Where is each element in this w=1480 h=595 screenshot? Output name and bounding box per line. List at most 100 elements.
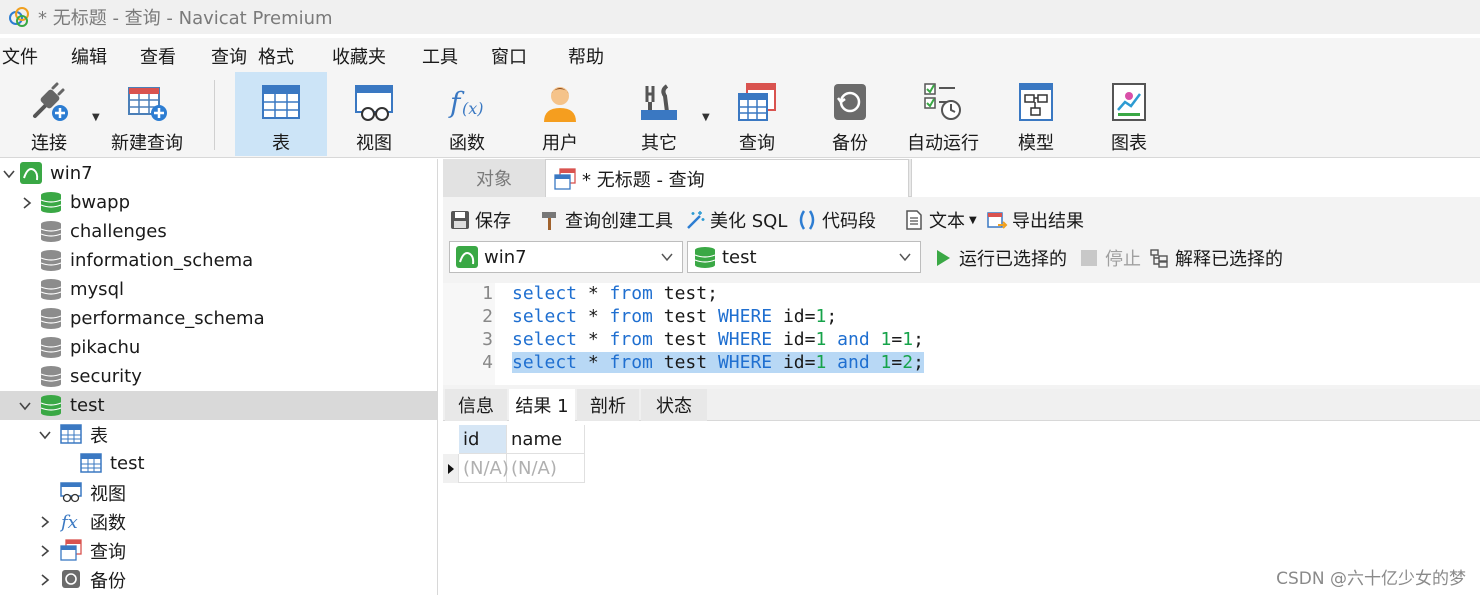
tree-db-information-schema[interactable]: information_schema (0, 246, 437, 275)
sql-code: select * from test WHERE id=1 and 1=2; (512, 352, 924, 373)
cell-value: (N/A) (463, 457, 509, 479)
tab-query[interactable]: * 无标题 - 查询 (545, 159, 909, 197)
beautify-sql-button[interactable]: 美化 SQL (684, 207, 787, 233)
chevron-down-icon[interactable] (38, 428, 52, 442)
table-icon (262, 85, 300, 119)
menu-help[interactable]: 帮助 (568, 43, 604, 69)
chevron-right-icon[interactable] (20, 196, 34, 210)
sql-line[interactable]: 1 select * from test; (443, 283, 1480, 306)
table-cell[interactable]: (N/A) (507, 454, 585, 483)
tools-icon (641, 84, 677, 120)
document-tabs: 对象 * 无标题 - 查询 (443, 159, 1480, 197)
chevron-down-icon[interactable] (18, 399, 32, 413)
view-button[interactable]: 视图 (328, 72, 420, 156)
title-bar: * 无标题 - 查询 - Navicat Premium (0, 0, 1480, 34)
tree-db-test[interactable]: test (0, 391, 437, 420)
chart-button[interactable]: 图表 (1083, 72, 1175, 156)
tree-db-performance-schema[interactable]: performance_schema (0, 304, 437, 333)
sql-line[interactable]: 4 select * from test WHERE id=1 and 1=2; (443, 352, 1480, 375)
automation-button[interactable]: 自动运行 (897, 72, 989, 156)
sql-keyword: from (609, 306, 653, 327)
chevron-down-icon[interactable] (2, 167, 16, 181)
menu-tools[interactable]: 工具 (422, 43, 458, 69)
sql-text: ; (826, 306, 838, 327)
database-open-icon (40, 395, 62, 416)
code-snippet-button[interactable]: 代码段 (796, 207, 876, 233)
tab-profile[interactable]: 剖析 (577, 389, 639, 421)
tree-group-backups[interactable]: 备份 (0, 565, 437, 594)
query-panel: 对象 * 无标题 - 查询 保存 查询创建工具 美化 SQL 代码段 文本 ▼ (443, 159, 1480, 595)
tree-connection-win7[interactable]: win7 (0, 159, 437, 188)
tab-status-label: 状态 (656, 396, 692, 417)
tree-group-views[interactable]: 视图 (0, 478, 437, 507)
tab-objects[interactable]: 对象 (443, 159, 545, 197)
tree-db-challenges[interactable]: challenges (0, 217, 437, 246)
sql-text: test (652, 329, 718, 350)
menu-query[interactable]: 查询 (211, 43, 247, 69)
query-builder-button[interactable]: 查询创建工具 (539, 207, 673, 233)
menu-view[interactable]: 查看 (140, 43, 176, 69)
model-button[interactable]: 模型 (990, 72, 1082, 156)
database-select[interactable]: test (687, 241, 921, 273)
tree-db-bwapp[interactable]: bwapp (0, 188, 437, 217)
chevron-right-icon[interactable] (38, 544, 52, 558)
tab-info[interactable]: 信息 (445, 389, 507, 421)
menu-format[interactable]: 格式 (258, 43, 294, 69)
other-dropdown-caret-icon[interactable]: ▼ (702, 112, 710, 123)
tree-group-functions[interactable]: fx 函数 (0, 507, 437, 536)
text-dropdown-caret-icon[interactable]: ▼ (969, 215, 977, 226)
save-icon (451, 211, 469, 229)
new-query-button[interactable]: 新建查询 (101, 72, 193, 156)
svg-text:(x): (x) (462, 99, 484, 118)
function-button[interactable]: f (x) 函数 (421, 72, 513, 156)
selector-row: win7 test 运行已选择的 停止 解释已选择的 (443, 239, 1480, 279)
tree-group-queries[interactable]: 查询 (0, 536, 437, 565)
tree-db-label: mysql (70, 279, 124, 300)
sql-line[interactable]: 3 select * from test WHERE id=1 and 1=1; (443, 329, 1480, 352)
save-button[interactable]: 保存 (449, 207, 511, 233)
menu-favorites[interactable]: 收藏夹 (332, 43, 386, 69)
tree-views-label: 视图 (90, 483, 126, 505)
other-button[interactable]: 其它 (613, 72, 705, 156)
function-label: 函数 (449, 133, 485, 154)
tree-db-pikachu[interactable]: pikachu (0, 333, 437, 362)
column-header-name[interactable]: name (507, 425, 585, 454)
chevron-right-icon[interactable] (38, 515, 52, 529)
menu-edit[interactable]: 编辑 (71, 43, 107, 69)
tree-db-mysql[interactable]: mysql (0, 275, 437, 304)
connect-button[interactable]: 连接 (3, 72, 95, 156)
column-header-id[interactable]: id (459, 425, 507, 454)
query-builder-label: 查询创建工具 (565, 211, 673, 232)
query-button[interactable]: 查询 (711, 72, 803, 156)
export-results-button[interactable]: 导出结果 (986, 207, 1084, 233)
tab-status[interactable]: 状态 (641, 389, 707, 421)
menu-window[interactable]: 窗口 (491, 43, 527, 69)
column-header-label: id (463, 428, 480, 450)
menu-file[interactable]: 文件 (2, 43, 38, 69)
text-button[interactable]: 文本 ▼ (903, 207, 977, 233)
tab-query-label: * 无标题 - 查询 (582, 169, 705, 191)
table-icon (60, 424, 82, 444)
table-cell[interactable]: (N/A) (459, 454, 509, 483)
tree-group-tables[interactable]: 表 (0, 420, 437, 449)
sql-editor[interactable]: 1 select * from test; 2 select * from test … (443, 283, 1480, 385)
table-button[interactable]: 表 (235, 72, 327, 156)
tree-db-security[interactable]: security (0, 362, 437, 391)
explain-selected-button[interactable]: 解释已选择的 (1149, 245, 1283, 271)
navicat-logo-icon (9, 7, 29, 27)
user-button[interactable]: 用户 (514, 72, 606, 156)
stop-button[interactable]: 停止 (1079, 245, 1141, 271)
database-icon (40, 250, 62, 271)
row-marker-icon[interactable] (443, 454, 459, 483)
tree-table-test[interactable]: test (0, 449, 437, 478)
chevron-right-icon[interactable] (38, 573, 52, 587)
tab-result-1[interactable]: 结果 1 (509, 389, 575, 421)
query-icon (554, 167, 576, 190)
backup-button[interactable]: 备份 (804, 72, 896, 156)
export-icon (987, 212, 1008, 229)
sql-line[interactable]: 2 select * from test WHERE id=1; (443, 306, 1480, 329)
connection-select[interactable]: win7 (449, 241, 683, 273)
run-selected-button[interactable]: 运行已选择的 (933, 245, 1067, 271)
connect-dropdown-caret-icon[interactable]: ▼ (92, 112, 100, 123)
connect-label: 连接 (31, 133, 67, 154)
